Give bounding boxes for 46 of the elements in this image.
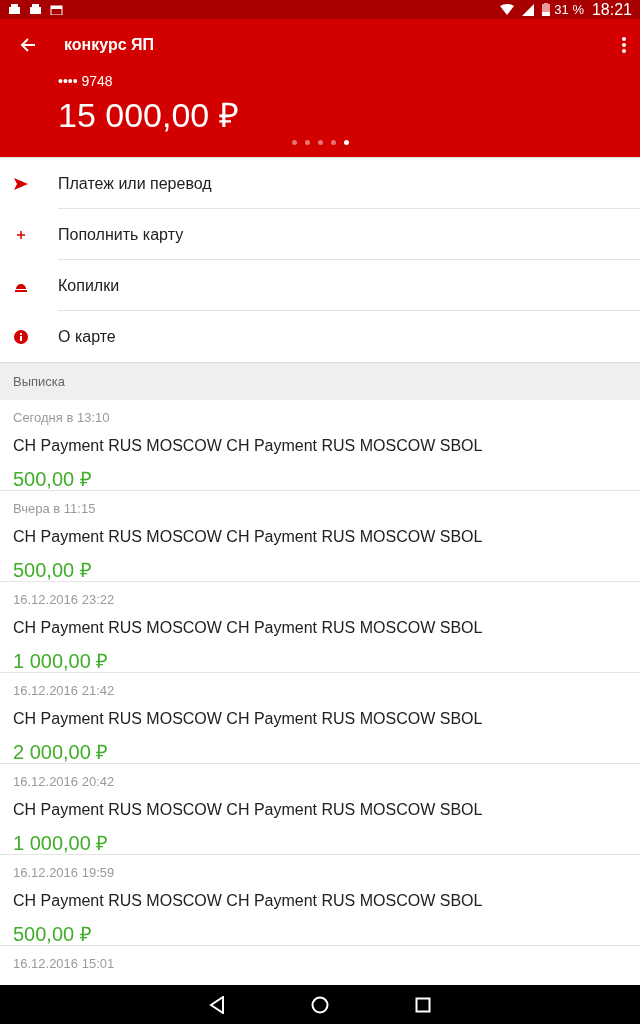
send-icon (14, 176, 28, 191)
transaction-date: Вчера в 11:15 (13, 500, 97, 518)
card-number: •••• 9748 (58, 72, 114, 91)
menu-item[interactable]: Платеж или перевод (58, 158, 640, 209)
page-indicator-dot[interactable] (330, 140, 336, 145)
page-indicator-dot[interactable] (343, 140, 349, 145)
transaction-amount: 1 000,00 ₽ (13, 648, 110, 674)
home-icon[interactable] (311, 995, 329, 1014)
menu-item[interactable]: О карте (58, 311, 640, 362)
menu-item[interactable]: Копилки (58, 260, 640, 311)
transaction-amount: 500,00 ₽ (13, 466, 93, 492)
transaction-description[interactable]: CH Payment RUS MOSCOW CH Payment RUS MOSCOW SBOL (13, 615, 627, 640)
section-header: Выписка (0, 362, 640, 400)
battery-icon (542, 3, 551, 16)
recents-icon[interactable] (415, 996, 431, 1013)
calendar-icon (50, 4, 63, 15)
clock: 18:21 (591, 0, 632, 20)
transaction-amount: 500,00 ₽ (13, 557, 93, 583)
more-icon[interactable] (622, 37, 626, 53)
page-indicator-dot[interactable] (317, 140, 323, 145)
transaction-amount: 500,00 ₽ (13, 921, 93, 947)
transaction-date: 16.12.2016 15:01 (13, 955, 116, 973)
transaction-amount: 1 000,00 ₽ (13, 830, 110, 856)
page-indicator-dot[interactable] (291, 140, 297, 145)
signal-icon (522, 3, 535, 16)
wifi-icon (500, 4, 515, 15)
menu-item[interactable]: Пополнить карту (58, 209, 640, 260)
screen-title: конкурс ЯП (64, 35, 155, 55)
info-icon (14, 329, 28, 344)
back-icon[interactable] (209, 995, 225, 1014)
notification-icon (29, 4, 42, 15)
transaction-description[interactable]: CH Payment RUS MOSCOW CH Payment RUS MOSCOW SBOL (13, 433, 627, 458)
transaction-date: 16.12.2016 19:59 (13, 864, 116, 882)
transaction-description[interactable]: CH Payment RUS MOSCOW CH Payment RUS MOSCOW SBOL (13, 706, 627, 731)
notification-icon (8, 4, 21, 15)
transaction-date: 16.12.2016 20:42 (13, 773, 116, 791)
transaction-description[interactable]: CH Payment RUS MOSCOW CH Payment RUS MOSCOW SBOL (13, 888, 627, 913)
transaction-date: 16.12.2016 21:42 (13, 682, 116, 700)
transaction-description[interactable]: CH Payment RUS MOSCOW CH Payment RUS MOSCOW SBOL (13, 797, 627, 822)
transaction-description[interactable]: CH Payment RUS MOSCOW CH Payment RUS MOSCOW SBOL (13, 524, 627, 549)
page-indicator-dot[interactable] (304, 140, 310, 145)
card-balance: 15 000,00 ₽ (58, 98, 240, 132)
transaction-date: 16.12.2016 23:22 (13, 591, 116, 609)
transaction-amount: 2 000,00 ₽ (13, 739, 110, 765)
transaction-date: Сегодня в 13:10 (13, 409, 111, 427)
battery-percentage: 31 % (554, 0, 584, 19)
